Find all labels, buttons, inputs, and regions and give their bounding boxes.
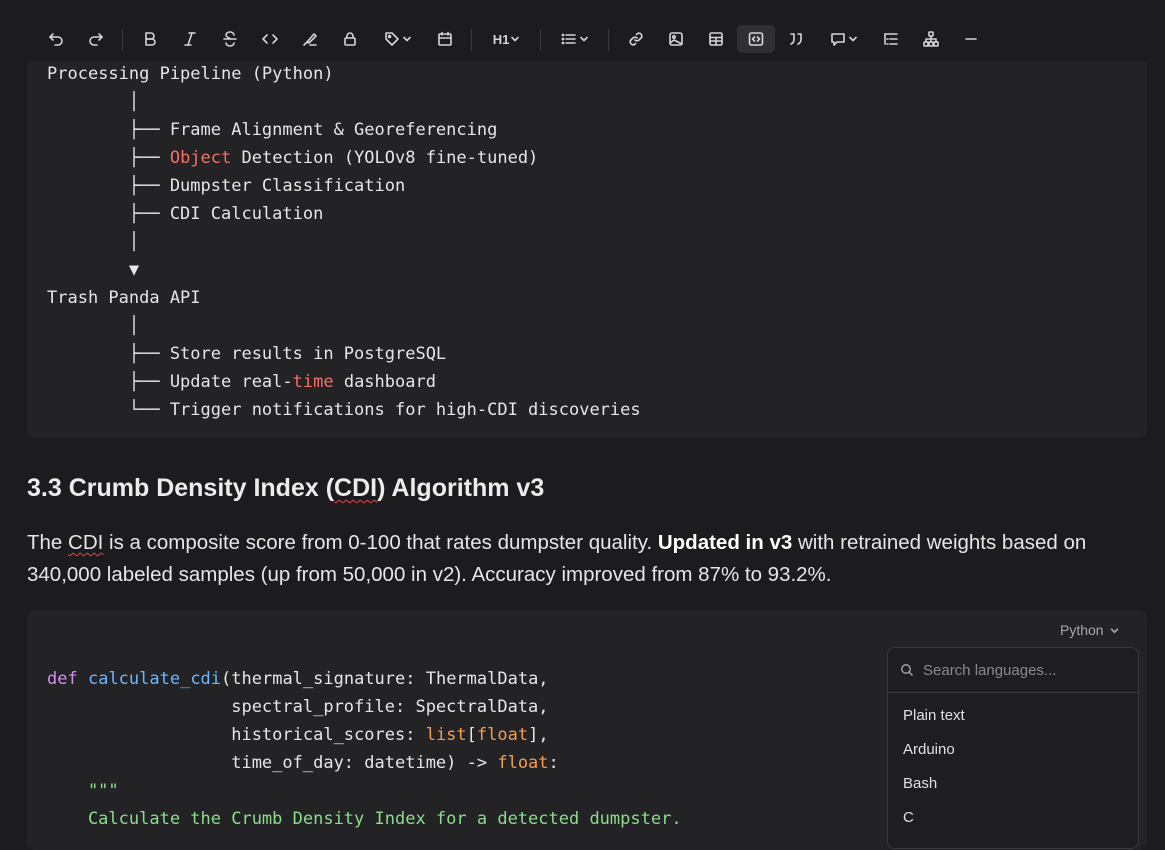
heading-text: ) Algorithm v3 [377, 474, 545, 502]
language-search-bar [888, 648, 1138, 693]
language-list: Plain text Arduino Bash C [888, 693, 1138, 835]
code-line: Processing Pipeline (Python) [47, 64, 334, 84]
italic-icon[interactable] [178, 25, 202, 53]
code-text: historical_scores: [47, 725, 426, 745]
code-text: ], [528, 725, 549, 745]
strikethrough-icon[interactable] [218, 25, 242, 53]
redo-icon[interactable] [84, 25, 108, 53]
code-text: [ [466, 725, 477, 745]
language-selector[interactable]: Python [1060, 622, 1119, 638]
chevron-down-icon [1110, 627, 1119, 633]
function-name: calculate_cdi [87, 669, 222, 689]
code-text: ├── Update real- [47, 372, 293, 392]
link-icon[interactable] [624, 25, 648, 53]
toolbar-divider [122, 29, 123, 51]
heading-dropdown[interactable]: H1 [487, 25, 525, 53]
code-line: def calculate_cdi(thermal_signature: The… [47, 665, 549, 693]
table-icon[interactable] [704, 25, 728, 53]
code-line: ▼ [47, 260, 140, 280]
diagram-icon[interactable] [919, 25, 943, 53]
language-option[interactable]: Arduino [888, 733, 1138, 767]
highlight-icon[interactable] [298, 25, 322, 53]
code-line: ├── Frame Alignment & Georeferencing [47, 120, 498, 140]
code-line: │ [47, 316, 140, 336]
code-text: time_of_day: datetime) -> [47, 753, 498, 773]
code-line: Calculate the Crumb Density Index for a … [47, 809, 682, 829]
toolbar-divider [540, 29, 541, 51]
code-line: historical_scores: list[float], [47, 721, 549, 749]
search-icon [901, 664, 914, 677]
code-line: └── Trigger notifications for high-CDI d… [47, 400, 641, 420]
language-search-input[interactable] [921, 660, 1125, 680]
keyword-object: Object [169, 148, 232, 168]
code-line: ├── Object Detection (YOLOv8 fine-tuned) [47, 144, 538, 172]
tree-branch: ├── [47, 148, 170, 168]
bold-icon[interactable] [138, 25, 162, 53]
spellcheck-word: CDI [68, 531, 104, 554]
code-line: ├── CDI Calculation [47, 204, 324, 224]
list-icon[interactable] [556, 25, 592, 53]
language-dropdown: Plain text Arduino Bash C [887, 647, 1139, 849]
heading-label: H1 [492, 31, 510, 47]
code-line: """ [47, 781, 119, 801]
section-heading: 3.3 Crumb Density Index (CDI) Algorithm … [27, 474, 544, 503]
paragraph-text: The [27, 531, 69, 554]
code-text: dashboard [333, 372, 436, 392]
language-option[interactable]: Bash [888, 767, 1138, 801]
editor-toolbar: H1 [0, 0, 1165, 62]
paragraph-text: is a composite score from 0-100 that rat… [103, 531, 658, 554]
code-line: │ [47, 232, 140, 252]
code-text: Detection (YOLOv8 fine-tuned) [231, 148, 539, 168]
type-float: float [497, 753, 549, 773]
code-line: spectral_profile: SpectralData, [47, 697, 549, 717]
comment-icon[interactable] [824, 25, 862, 53]
code-icon[interactable] [258, 25, 282, 53]
code-line: │ [47, 92, 140, 112]
code-text: : [548, 753, 559, 773]
code-line: ├── Update real-time dashboard [47, 368, 436, 396]
code-block-icon[interactable] [737, 25, 775, 53]
toolbar-divider [608, 29, 609, 51]
toolbar-divider [471, 29, 472, 51]
quote-icon[interactable] [784, 25, 808, 53]
keyword-time: time [292, 372, 334, 392]
keyword-def: def [47, 669, 78, 689]
language-option[interactable]: C [888, 801, 1138, 835]
lock-icon[interactable] [338, 25, 362, 53]
image-icon[interactable] [664, 25, 688, 53]
body-paragraph: The CDI is a composite score from 0-100 … [27, 527, 1137, 591]
spellcheck-word: CDI [334, 474, 378, 502]
language-label: Python [1060, 622, 1104, 638]
divider-icon[interactable] [959, 25, 983, 53]
code-line: Trash Panda API [47, 288, 201, 308]
bold-text: Updated in v3 [657, 531, 793, 554]
code-line: ├── Dumpster Classification [47, 176, 406, 196]
toc-icon[interactable] [879, 25, 903, 53]
language-option[interactable]: Plain text [888, 699, 1138, 733]
undo-icon[interactable] [44, 25, 68, 53]
tag-icon[interactable] [378, 25, 416, 53]
heading-text: 3.3 Crumb Density Index ( [27, 474, 335, 502]
code-line: time_of_day: datetime) -> float: [47, 749, 559, 777]
code-text: (thermal_signature: ThermalData, [221, 669, 549, 689]
calendar-icon[interactable] [433, 25, 457, 53]
type-list: list [425, 725, 467, 745]
code-line: ├── Store results in PostgreSQL [47, 344, 447, 364]
type-float: float [476, 725, 529, 745]
pipeline-code-block[interactable]: Processing Pipeline (Python) │ ├── Frame… [27, 40, 1147, 438]
